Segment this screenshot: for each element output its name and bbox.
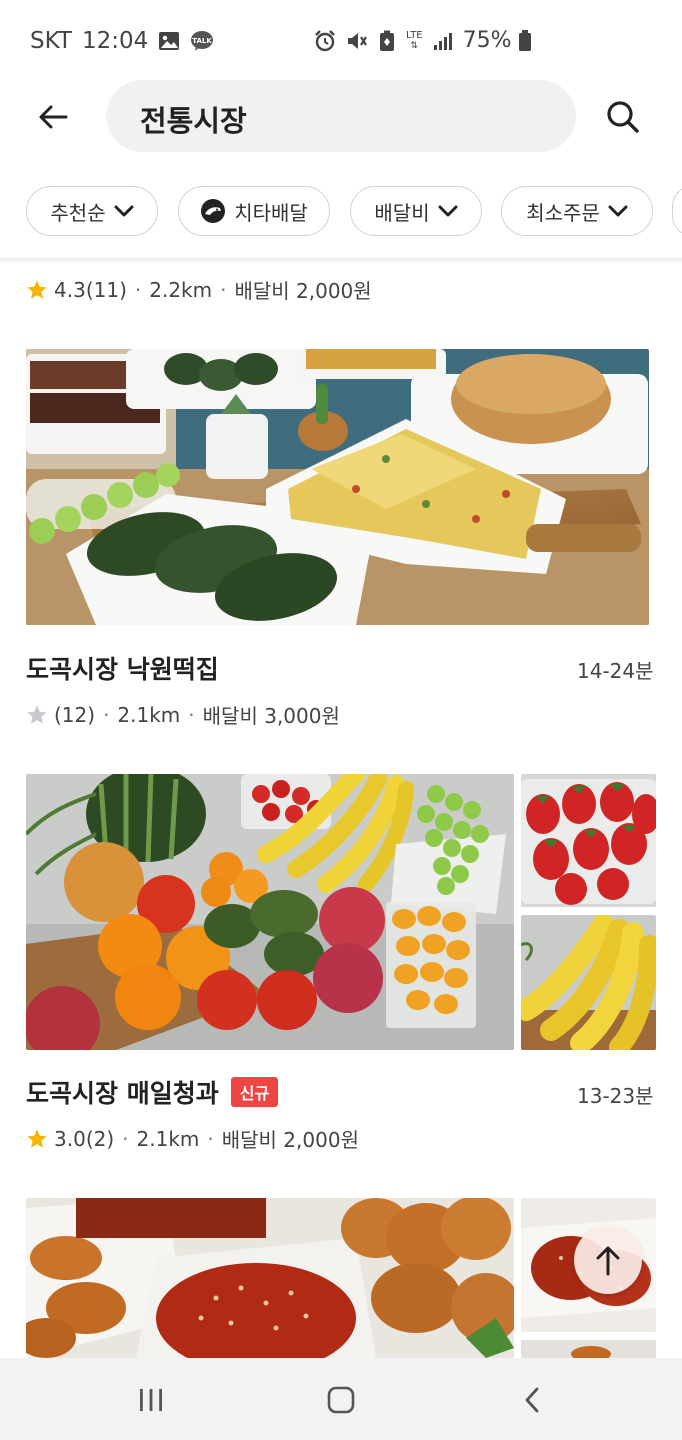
back-icon	[525, 1387, 539, 1413]
store-image-thumb[interactable]	[521, 774, 656, 907]
store-distance: 2.1km	[117, 702, 181, 727]
battery-saver-icon	[378, 30, 396, 52]
cheetah-delivery-chip[interactable]: 치타배달	[178, 186, 330, 236]
network-type: LTE ⇅	[406, 29, 423, 51]
banana-food-photo	[521, 915, 656, 1050]
store-rating-line: 3.0 (2) · 2.1km · 배달비 2,000원	[26, 1124, 359, 1153]
status-bar: SKT 12:04 TALK LTE ⇅ 75%	[0, 0, 682, 84]
min-order-chip[interactable]: 최소주문	[501, 186, 653, 236]
battery-icon	[518, 29, 532, 52]
store-image[interactable]	[26, 349, 649, 625]
store-name[interactable]: 도곡시장 매일청과 신규	[26, 1074, 279, 1110]
battery-percent: 75%	[462, 28, 512, 53]
cheetah-icon	[201, 199, 226, 223]
chevron-down-icon	[114, 205, 134, 217]
rice-cake-food-photo	[26, 349, 649, 625]
home-icon	[327, 1386, 355, 1414]
search-input[interactable]: 전통시장	[106, 80, 576, 152]
delivery-fee-label: 배달비	[374, 200, 430, 225]
strawberry-food-photo	[521, 774, 656, 907]
chevron-down-icon	[608, 205, 628, 217]
filter-bar: 추천순 치타배달 배달비 최소주문	[0, 186, 682, 240]
store-rating: 3.0	[54, 1126, 86, 1151]
store-delivery-fee: 배달비 3,000원	[202, 704, 340, 728]
recent-apps-icon	[140, 1389, 162, 1411]
cheetah-delivery-label: 치타배달	[234, 200, 308, 225]
store-delivery-fee: 배달비 2,000원	[234, 279, 372, 303]
store-image-thumb[interactable]	[521, 915, 656, 1050]
star-empty-icon	[27, 704, 47, 724]
store-delivery-fee: 배달비 2,000원	[221, 1128, 359, 1152]
store-image-thumb[interactable]	[521, 1340, 656, 1358]
arrow-up-icon	[596, 1246, 620, 1276]
system-nav-bar	[0, 1358, 682, 1440]
arrow-left-icon	[39, 105, 68, 129]
search-icon	[607, 101, 639, 133]
header-divider	[0, 258, 682, 264]
scroll-to-top-button[interactable]	[574, 1226, 642, 1294]
store-image-main[interactable]	[26, 774, 514, 1050]
store-review-count: (12)	[54, 702, 96, 727]
signal-icon	[433, 31, 453, 51]
home-button[interactable]	[319, 1378, 363, 1422]
sort-filter-label: 추천순	[50, 200, 106, 225]
mute-icon	[346, 30, 368, 52]
store-distance: 2.2km	[149, 277, 213, 302]
delivery-fee-chip[interactable]: 배달비	[350, 186, 482, 236]
store-rating-line: (12) · 2.1km · 배달비 3,000원	[26, 700, 340, 729]
food-thumb-photo	[521, 1340, 656, 1358]
store-eta: 13-23분	[577, 1084, 654, 1108]
clock: 12:04	[81, 28, 149, 54]
carrier-label: SKT	[30, 28, 72, 54]
star-icon	[27, 1128, 47, 1148]
sort-filter-chip[interactable]: 추천순	[26, 186, 158, 236]
gallery-icon	[158, 31, 180, 51]
kakao-label: TALK	[192, 37, 212, 45]
store-distance: 2.1km	[136, 1126, 200, 1151]
more-filter-chip[interactable]	[672, 186, 682, 236]
chevron-down-icon	[438, 205, 458, 217]
fruit-food-photo	[26, 774, 514, 1050]
store-review-count: (2)	[85, 1126, 115, 1151]
store-name[interactable]: 도곡시장 낙원떡집	[26, 650, 219, 686]
alarm-icon	[314, 29, 336, 52]
search-button[interactable]	[600, 94, 646, 140]
back-button[interactable]	[30, 94, 76, 140]
fried-chicken-food-photo	[26, 1198, 514, 1358]
search-query: 전통시장	[140, 104, 247, 138]
store-rating: 4.3	[54, 277, 86, 302]
nav-back-button[interactable]	[510, 1378, 554, 1422]
store-image-main[interactable]	[26, 1198, 514, 1358]
search-header: 전통시장	[0, 80, 682, 156]
min-order-label: 최소주문	[526, 200, 600, 225]
star-icon	[27, 279, 47, 299]
store-eta: 14-24분	[577, 659, 654, 683]
recent-apps-button[interactable]	[129, 1378, 173, 1422]
store-review-count: (11)	[85, 277, 127, 302]
kakaotalk-icon: TALK	[190, 30, 214, 52]
store-rating-line: 4.3 (11) · 2.2km · 배달비 2,000원	[26, 275, 372, 304]
new-badge: 신규	[230, 1077, 279, 1107]
